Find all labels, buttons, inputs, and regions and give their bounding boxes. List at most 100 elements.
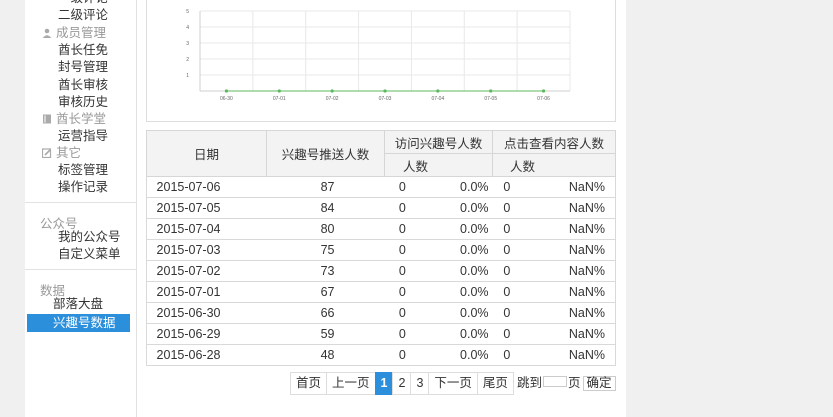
- table-cell: 84: [266, 197, 385, 219]
- page-jump-input[interactable]: [543, 376, 568, 387]
- table-cell: 2015-07-02: [146, 260, 267, 282]
- data-point: [436, 89, 440, 93]
- jump-prefix: 跳到: [517, 376, 543, 390]
- table-cell: NaN%: [512, 323, 617, 345]
- page-1-button[interactable]: 1: [374, 372, 394, 395]
- page-2-button[interactable]: 2: [392, 372, 412, 395]
- table-cell: 0: [492, 323, 513, 345]
- table-body: 2015-07-06 87 0 0.0% 0 NaN% 2015-07-05 84 0 0.0% 0…: [146, 176, 617, 366]
- table-cell: 0: [492, 239, 513, 261]
- table-row: 2015-07-04 80 0 0.0% 0 NaN%: [146, 218, 617, 240]
- table-row: 2015-07-03 75 0 0.0% 0 NaN%: [146, 239, 617, 261]
- table-cell: 2015-06-30: [146, 302, 267, 324]
- table-row: 2015-07-01 67 0 0.0% 0 NaN%: [146, 281, 617, 303]
- header-visit-count: 人数: [383, 153, 494, 177]
- table-cell: 0.0%: [407, 197, 493, 219]
- data-point: [330, 89, 334, 93]
- table-cell: 73: [266, 260, 385, 282]
- table-cell: 66: [266, 302, 385, 324]
- header-push-count: 兴趣号推送人数: [266, 130, 385, 177]
- y-tick-label: 5: [186, 9, 189, 15]
- x-tick-label: 07-03: [379, 96, 392, 102]
- header-click: 点击查看内容人数: [492, 130, 616, 154]
- table-cell: 87: [266, 176, 385, 198]
- table-cell: 0.0%: [407, 218, 493, 240]
- x-tick-label: 07-01: [273, 96, 286, 102]
- line-chart: 1 2 3 4 5 06-30 07-01 07-02 07-03 07-04 07-05 07-06: [186, 9, 571, 102]
- header-date: 日期: [146, 130, 267, 177]
- table-cell: 0: [492, 197, 513, 219]
- table-cell: 0: [492, 218, 513, 240]
- table-cell: 0: [492, 260, 513, 282]
- sidebar-item-ban-manage[interactable]: 封号管理: [58, 58, 108, 76]
- table-cell: 0.0%: [407, 344, 493, 366]
- chart-container: 1 2 3 4 5 06-30 07-01 07-02 07-03 07-04 07-05 07-06: [146, 0, 616, 122]
- header-visit: 访问兴趣号人数: [383, 130, 494, 154]
- prev-page-button[interactable]: 上一页: [326, 372, 376, 395]
- x-tick-label: 07-04: [431, 96, 444, 102]
- y-tick-label: 4: [186, 25, 189, 31]
- table-cell: NaN%: [512, 218, 617, 240]
- first-page-button[interactable]: 首页: [290, 372, 328, 395]
- table-cell: 2015-07-01: [146, 281, 267, 303]
- table-row: 2015-06-28 48 0 0.0% 0 NaN%: [146, 344, 617, 366]
- next-page-button[interactable]: 下一页: [428, 372, 478, 395]
- pagination: 首页 上一页 1 2 3 下一页 尾页: [290, 372, 514, 395]
- table-cell: 0: [384, 218, 408, 240]
- sidebar-item-interest-data[interactable]: 兴趣号数据: [27, 314, 130, 332]
- jump-suffix: 页: [568, 376, 581, 390]
- sidebar-item-ops-guide[interactable]: 运营指导: [58, 127, 108, 145]
- header-click-count: 人数: [492, 153, 616, 177]
- sidebar-group-members: 成员管理: [42, 24, 106, 42]
- table-cell: 0.0%: [407, 260, 493, 282]
- table-cell: 0: [384, 260, 408, 282]
- table-cell: NaN%: [512, 260, 617, 282]
- x-tick-label: 07-02: [326, 96, 339, 102]
- table-cell: 0: [384, 344, 408, 366]
- table-cell: 0: [492, 281, 513, 303]
- sidebar-item-review-history[interactable]: 审核历史: [58, 93, 108, 111]
- data-point: [277, 89, 281, 93]
- table-cell: 0: [384, 323, 408, 345]
- sidebar-group-label: 成员管理: [56, 26, 107, 40]
- table-cell: 0: [384, 302, 408, 324]
- table-row: 2015-06-29 59 0 0.0% 0 NaN%: [146, 323, 617, 345]
- edit-icon: [42, 148, 52, 158]
- x-tick-label: 07-06: [537, 96, 550, 102]
- last-page-button[interactable]: 尾页: [476, 372, 514, 395]
- table-cell: 0.0%: [407, 239, 493, 261]
- table-cell: 2015-07-06: [146, 176, 267, 198]
- sidebar-item-tag-manage[interactable]: 标签管理: [58, 161, 108, 179]
- table-row: 2015-07-02 73 0 0.0% 0 NaN%: [146, 260, 617, 282]
- confirm-button[interactable]: 确定: [582, 376, 616, 391]
- table-cell: 67: [266, 281, 385, 303]
- book-icon: [43, 114, 51, 124]
- table-cell: 0: [384, 281, 408, 303]
- sidebar-item-custom-menu[interactable]: 自定义菜单: [58, 245, 121, 263]
- y-tick-label: 3: [186, 41, 189, 47]
- table-cell: 0.0%: [407, 323, 493, 345]
- table-row: 2015-07-06 87 0 0.0% 0 NaN%: [146, 176, 617, 198]
- data-point: [383, 89, 387, 93]
- table-row: 2015-07-05 84 0 0.0% 0 NaN%: [146, 197, 617, 219]
- sidebar: 一级评论 二级评论 成员管理 酋长任免 封号管理 酋长审核 审核历史 酋长学堂 …: [25, 0, 137, 417]
- sidebar-group-label: 酋长学堂: [56, 112, 107, 126]
- table-cell: 59: [266, 323, 385, 345]
- sidebar-divider: [25, 202, 136, 203]
- sidebar-item-tribe-dashboard[interactable]: 部落大盘: [53, 295, 103, 313]
- table-cell: NaN%: [512, 239, 617, 261]
- data-point: [541, 89, 546, 93]
- table-cell: 0: [492, 302, 513, 324]
- y-tick-label: 2: [186, 57, 189, 63]
- sidebar-item-chief-appoint[interactable]: 酋长任免: [58, 41, 108, 59]
- page-3-button[interactable]: 3: [410, 372, 430, 395]
- sidebar-item-operation-log[interactable]: 操作记录: [58, 178, 108, 196]
- sidebar-item-secondary-comments[interactable]: 二级评论: [58, 6, 108, 24]
- table-cell: 2015-07-03: [146, 239, 267, 261]
- sidebar-item-chief-review[interactable]: 酋长审核: [58, 76, 108, 94]
- table-cell: 75: [266, 239, 385, 261]
- sidebar-item-my-official[interactable]: 我的公众号: [58, 228, 121, 246]
- sidebar-divider: [25, 269, 136, 270]
- x-tick-label: 06-30: [220, 96, 233, 102]
- user-icon: [42, 28, 52, 38]
